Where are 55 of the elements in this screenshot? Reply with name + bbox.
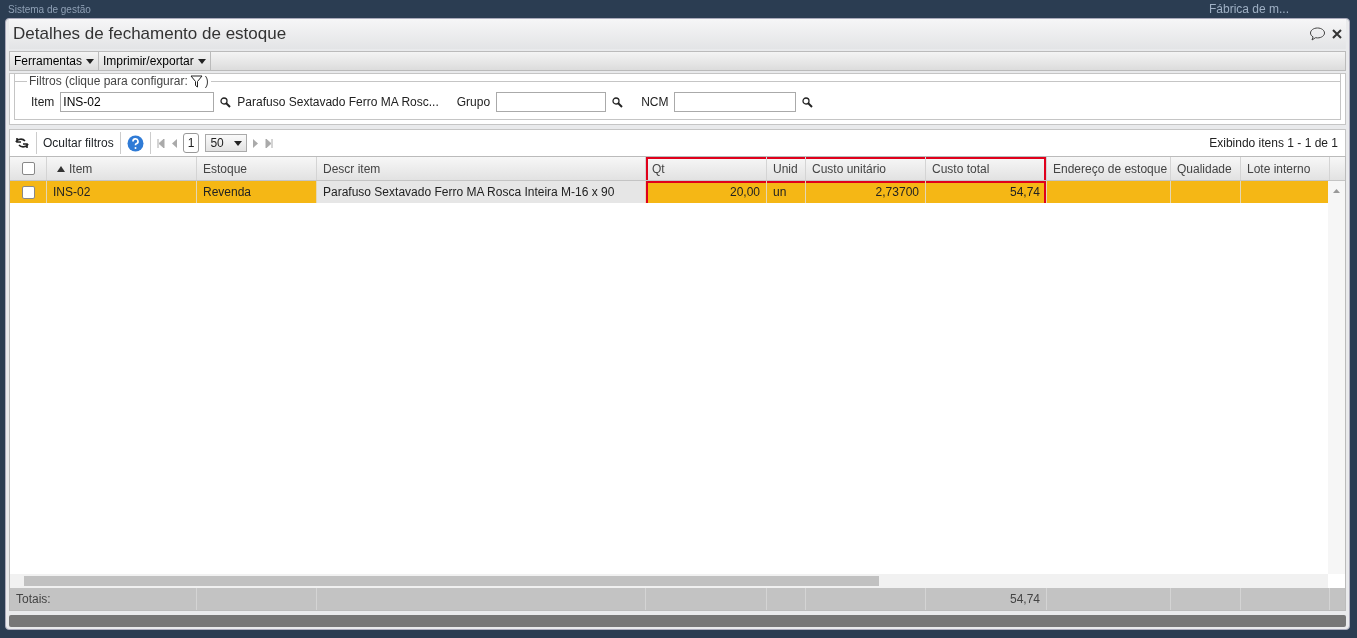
sort-icon[interactable] (57, 165, 65, 172)
next-page-icon[interactable] (252, 138, 259, 148)
page-size-dropdown[interactable]: 50 (205, 134, 247, 152)
field-label: NCM (641, 94, 669, 111)
vertical-scrollbar[interactable] (1328, 181, 1345, 574)
input-field[interactable]: INS-02 (60, 92, 215, 112)
close-icon[interactable] (1332, 29, 1342, 39)
company-name: Fábrica de m... (1208, 1, 1289, 18)
field-label: Item (31, 94, 55, 111)
total-value: 54,74 (1009, 591, 1040, 608)
field-label: Grupo (456, 94, 491, 111)
item-description: Parafuso Sextavado Ferro MA Rosc... (237, 94, 439, 111)
input-field[interactable] (496, 92, 607, 112)
column-header[interactable]: Custo total (926, 157, 1047, 180)
column-header[interactable]: Qualidade (1171, 157, 1241, 180)
table-cell-text: Revenda (203, 184, 252, 201)
table-cell-text: 2,73700 (875, 184, 919, 201)
paging-summary: Exibindo itens 1 - 1 de 1 (1209, 135, 1338, 152)
column-header[interactable]: Lote interno (1241, 157, 1330, 180)
table-cell-text: un (773, 184, 787, 201)
window-title: Detalhes de fechamento de estoque (13, 23, 287, 46)
filter-legend-end: ) (204, 73, 209, 90)
table-cell-text: 20,00 (729, 184, 760, 201)
column-header[interactable]: Descr item (317, 157, 646, 180)
window-scrollbar[interactable] (9, 615, 1346, 627)
previous-page-icon[interactable] (170, 138, 177, 148)
search-icon[interactable] (802, 96, 814, 108)
column-header[interactable]: Qt (646, 157, 767, 180)
horizontal-scrollbar[interactable] (10, 574, 1328, 588)
table-cell-text: 54,74 (1009, 184, 1040, 201)
menu-button[interactable]: Imprimir/exportar (99, 52, 211, 70)
last-page-icon[interactable] (264, 138, 273, 148)
column-header[interactable]: Item (47, 157, 197, 180)
input-field[interactable] (674, 92, 797, 112)
menu-button[interactable]: Ferramentas (10, 52, 100, 70)
column-header[interactable]: Custo unitário (806, 157, 926, 180)
column-header[interactable]: Unid (767, 157, 806, 180)
hide-filters-button[interactable]: Ocultar filtros (43, 134, 114, 152)
column-header[interactable]: Endereço de estoque (1047, 157, 1171, 180)
page-number-field[interactable]: 1 (182, 133, 200, 153)
comment-icon[interactable] (1309, 27, 1326, 41)
row-checkbox[interactable] (21, 185, 35, 199)
refresh-icon[interactable] (14, 137, 30, 149)
search-icon[interactable] (612, 96, 624, 108)
first-page-icon[interactable] (156, 138, 165, 148)
help-icon[interactable] (126, 134, 144, 152)
search-icon[interactable] (220, 96, 232, 108)
table-cell-text: INS-02 (53, 184, 91, 201)
app-title: Sistema de gestão (8, 2, 91, 17)
table-cell-text: Parafuso Sextavado Ferro MA Rosca Inteira M-16 x 90 (323, 184, 615, 201)
column-header[interactable]: Estoque (197, 157, 317, 180)
select-all-checkbox[interactable] (21, 162, 35, 175)
totals-label: Totais: (16, 591, 51, 608)
filter-icon[interactable] (189, 74, 203, 88)
filter-legend: Filtros (clique para configurar: (29, 72, 188, 90)
